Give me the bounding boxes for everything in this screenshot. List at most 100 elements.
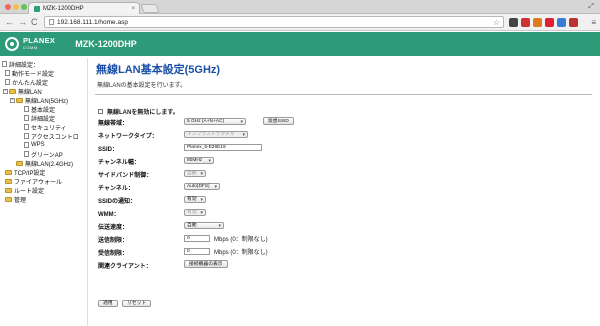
- tree-label: セキュリティ: [31, 125, 67, 132]
- ssid-input[interactable]: Planex_5-E26E19: [184, 144, 262, 151]
- tree-item-operation-mode[interactable]: 動作モード設定: [5, 69, 55, 78]
- tree-item-basic-settings[interactable]: 基本設定: [24, 105, 55, 114]
- recv-limit-label: 受信制限：: [98, 251, 129, 257]
- ssid-control: Planex_5-E26E19: [184, 144, 262, 151]
- folder-open-icon: [16, 97, 23, 103]
- page-icon: [24, 133, 29, 139]
- collapse-icon[interactable]: -: [10, 97, 15, 103]
- tree-item-easy-setup[interactable]: かんたん設定: [5, 78, 49, 87]
- send-limit-unit: Mbps (0：制限なし): [214, 237, 268, 243]
- page-icon: [5, 70, 10, 76]
- tree-item-security[interactable]: セキュリティ: [24, 123, 67, 132]
- ssid-label: SSID：: [98, 147, 119, 153]
- virtual-ssid-button[interactable]: 仮想SSID: [263, 116, 294, 125]
- close-window-icon[interactable]: [5, 4, 11, 10]
- browser-toolbar: ← → C 192.168.111.1/home.asp ☆ ≡: [0, 14, 600, 31]
- folder-icon: [9, 88, 16, 94]
- tree-label: 動作モード設定: [12, 71, 55, 78]
- band-control: 5 GHz (A+N+AC): [184, 118, 246, 125]
- reload-icon[interactable]: C: [31, 17, 38, 27]
- tree-label: 詳細設定: [31, 116, 56, 123]
- tree-label: かんたん設定: [12, 80, 49, 87]
- tree-folder-firewall[interactable]: ファイアウォール: [5, 177, 63, 186]
- collapse-icon[interactable]: -: [3, 88, 8, 94]
- tree-label: 管理: [14, 197, 27, 204]
- tree-root[interactable]: 詳細設定：: [2, 60, 40, 69]
- channel-width-label: チャンネル幅：: [98, 160, 140, 166]
- tree-folder-tcpip[interactable]: TCP/IP設定: [5, 168, 45, 177]
- tab-close-icon[interactable]: ×: [131, 6, 135, 12]
- recv-limit-unit: Mbps (0：制限なし): [214, 250, 268, 256]
- ssid-broadcast-select[interactable]: 有効: [184, 196, 206, 203]
- recv-limit-input[interactable]: 0: [184, 248, 210, 255]
- extension-icon-1[interactable]: [509, 18, 518, 27]
- band-select[interactable]: 5 GHz (A+N+AC): [184, 118, 246, 125]
- extension-icon-3[interactable]: [545, 18, 554, 27]
- page-icon: [24, 151, 29, 157]
- fullscreen-icon[interactable]: ⤢: [588, 3, 594, 11]
- tree-label: WPS: [31, 142, 45, 148]
- browser-menu-icon[interactable]: ≡: [591, 18, 596, 27]
- tree-label: 無線LAN: [18, 89, 42, 96]
- wmm-select[interactable]: 有効: [184, 209, 206, 216]
- forward-icon[interactable]: →: [18, 17, 27, 27]
- sideband-label: サイドバンド制御：: [98, 173, 153, 179]
- new-tab-button[interactable]: [140, 4, 160, 13]
- tab-title: MZK-1200DHP: [43, 5, 84, 12]
- show-clients-button[interactable]: 接続機器の表示: [184, 259, 228, 268]
- tree-folder-wireless[interactable]: - 無線LAN: [3, 87, 42, 96]
- network-type-control: インフラストラクチャ: [184, 131, 248, 138]
- main-content: 無線LAN基本設定(5GHz) 無線LANの基本設定を行います。 無線LANを無…: [88, 56, 600, 326]
- tree-item-green-ap[interactable]: グリーンAP: [24, 150, 63, 159]
- folder-icon: [5, 187, 12, 193]
- tree-folder-wireless-24ghz[interactable]: 無線LAN(2.4GHz): [16, 159, 73, 168]
- tree-item-wps[interactable]: WPS: [24, 141, 45, 149]
- planex-logo-icon: [5, 37, 19, 51]
- page-icon: [49, 19, 54, 25]
- extension-icon-2[interactable]: [521, 18, 530, 27]
- folder-icon: [16, 160, 23, 166]
- tree-item-advanced-settings[interactable]: 詳細設定: [24, 114, 56, 123]
- bookmark-star-icon[interactable]: ☆: [493, 18, 500, 27]
- zoom-window-icon[interactable]: [21, 4, 27, 10]
- sideband-select[interactable]: 自動: [184, 170, 206, 177]
- browser-tabstrip: MZK-1200DHP × ⤢: [0, 0, 600, 14]
- tree-folder-wireless-5ghz[interactable]: - 無線LAN(5GHz): [10, 96, 69, 105]
- band-label: 無線帯域：: [98, 121, 129, 127]
- recv-limit-control: 0 Mbps (0：制限なし): [184, 248, 268, 256]
- favicon-icon: [34, 5, 40, 12]
- tree-item-access-control[interactable]: アクセスコントロ: [24, 132, 79, 141]
- tx-rate-control: 自動: [184, 222, 224, 229]
- folder-icon: [5, 196, 12, 202]
- apply-button[interactable]: 適用: [98, 300, 118, 307]
- virtual-ssid-control: 仮想SSID: [263, 116, 294, 125]
- tree-folder-route[interactable]: ルート設定: [5, 186, 44, 195]
- send-limit-input[interactable]: 0: [184, 235, 210, 242]
- tree-folder-management[interactable]: 管理: [5, 195, 27, 204]
- tx-rate-select[interactable]: 自動: [184, 222, 224, 229]
- extension-icon-4[interactable]: [557, 18, 566, 27]
- page-icon: [5, 79, 10, 85]
- divider: [95, 94, 592, 95]
- network-type-select[interactable]: インフラストラクチャ: [184, 131, 248, 138]
- folder-icon: [5, 169, 12, 175]
- channel-width-select[interactable]: 80MHz: [184, 157, 214, 164]
- page-icon: [24, 115, 29, 121]
- page-title: 無線LAN基本設定(5GHz): [96, 64, 221, 76]
- reset-button[interactable]: リセット: [122, 300, 152, 307]
- brand-logo-text: PLANEX COMM.: [23, 37, 55, 51]
- channel-width-control: 80MHz: [184, 157, 214, 164]
- extension-icon-5[interactable]: [569, 18, 578, 27]
- tree-label: 詳細設定：: [9, 62, 40, 69]
- channel-select[interactable]: Auto(DFS): [184, 183, 220, 190]
- brand-name: PLANEX: [23, 36, 56, 45]
- browser-tab[interactable]: MZK-1200DHP ×: [28, 2, 140, 14]
- tree-label: ファイアウォール: [14, 179, 63, 186]
- back-icon[interactable]: ←: [5, 17, 14, 27]
- rss-icon[interactable]: [533, 18, 542, 27]
- disable-wireless-checkbox[interactable]: [98, 109, 103, 114]
- tree-label: 無線LAN(5GHz): [25, 98, 69, 105]
- minimize-window-icon[interactable]: [13, 4, 19, 10]
- address-bar[interactable]: 192.168.111.1/home.asp ☆: [44, 16, 504, 28]
- page-icon: [24, 124, 29, 130]
